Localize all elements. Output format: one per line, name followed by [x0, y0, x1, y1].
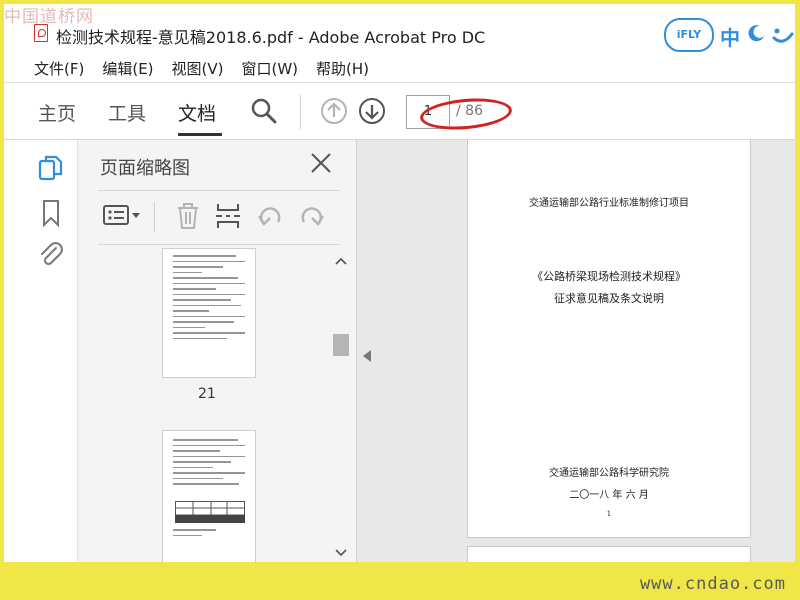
- scroll-thumb[interactable]: [333, 334, 349, 356]
- scroll-up-icon[interactable]: [335, 256, 347, 266]
- delete-page-icon[interactable]: [174, 200, 202, 232]
- page-thumbnail-21[interactable]: [162, 248, 256, 378]
- document-page-next[interactable]: [467, 546, 751, 562]
- thumbnail-page-label: 21: [198, 386, 216, 402]
- attachment-icon[interactable]: [38, 240, 64, 268]
- acrobat-window: 检测技术规程-意见稿2018.6.pdf - Adobe Acrobat Pro…: [4, 4, 795, 562]
- thumbnail-table: [175, 501, 245, 523]
- panel-title: 页面缩略图: [100, 158, 190, 179]
- tab-home[interactable]: 主页: [38, 99, 76, 126]
- next-page-icon[interactable]: [358, 97, 386, 125]
- thumbnail-text: [173, 439, 245, 489]
- watermark-top: 中国道桥网: [4, 7, 94, 27]
- moon-icon[interactable]: [748, 24, 766, 42]
- active-tab-indicator: [178, 133, 222, 136]
- menu-file[interactable]: 文件(F): [34, 54, 84, 80]
- page-thumbnails-icon[interactable]: [38, 154, 64, 182]
- document-view[interactable]: 交通运输部公路行业标准制修订项目 《公路桥梁现场检测技术规程》 征求意见稿及条文…: [356, 140, 795, 562]
- thumbnail-text: [173, 255, 245, 343]
- search-icon[interactable]: [250, 97, 278, 125]
- panel-divider: [98, 190, 340, 191]
- menu-edit[interactable]: 编辑(E): [102, 54, 153, 80]
- toolbar: 主页 工具 文档 1 / 86: [4, 82, 795, 140]
- thumbnails-scrollbar[interactable]: [330, 248, 352, 562]
- doc-title: 《公路桥梁现场检测技术规程》: [532, 270, 686, 283]
- doc-date: 二〇一八 年 六 月: [569, 490, 649, 501]
- tab-document[interactable]: 文档: [178, 99, 216, 126]
- close-icon[interactable]: [310, 152, 332, 174]
- collapse-panel-icon[interactable]: [363, 350, 371, 362]
- insert-page-icon[interactable]: [214, 200, 242, 232]
- menu-view[interactable]: 视图(V): [172, 54, 224, 80]
- menu-window[interactable]: 窗口(W): [242, 54, 299, 80]
- watermark-bottom: www.cndao.com: [639, 574, 786, 594]
- thumbnails-panel: 页面缩略图 21: [78, 140, 356, 562]
- navigation-rail: [4, 140, 78, 562]
- window-title: 检测技术规程-意见稿2018.6.pdf - Adobe Acrobat Pro…: [56, 28, 486, 47]
- scroll-down-icon[interactable]: [335, 548, 347, 558]
- bookmark-icon[interactable]: [41, 198, 61, 228]
- previous-page-icon[interactable]: [320, 97, 348, 125]
- ifly-logo[interactable]: iFLY: [664, 18, 714, 52]
- doc-page-number: 1: [606, 510, 612, 518]
- doc-subtitle: 征求意见稿及条文说明: [554, 292, 664, 305]
- toolbar-separator: [300, 95, 301, 129]
- panel-toolbar-separator: [154, 202, 155, 232]
- thumbnail-text: [173, 529, 245, 540]
- page-thumbnail-22[interactable]: [162, 430, 256, 562]
- doc-institute: 交通运输部公路科学研究院: [549, 468, 669, 479]
- doc-project-line: 交通运输部公路行业标准制修订项目: [529, 198, 689, 209]
- menu-bar: 文件(F) 编辑(E) 视图(V) 窗口(W) 帮助(H): [4, 54, 795, 80]
- options-menu-icon[interactable]: [102, 200, 142, 232]
- rotate-right-icon[interactable]: [298, 200, 326, 232]
- title-bar: 检测技术规程-意见稿2018.6.pdf - Adobe Acrobat Pro…: [4, 4, 795, 54]
- ifly-emoji-icon[interactable]: [772, 26, 794, 44]
- panel-divider: [98, 244, 340, 245]
- ifly-language-toggle[interactable]: 中: [720, 22, 740, 51]
- rotate-left-icon[interactable]: [256, 200, 284, 232]
- document-page[interactable]: 交通运输部公路行业标准制修订项目 《公路桥梁现场检测技术规程》 征求意见稿及条文…: [467, 140, 751, 538]
- tab-tools[interactable]: 工具: [108, 99, 146, 126]
- menu-help[interactable]: 帮助(H): [316, 54, 369, 80]
